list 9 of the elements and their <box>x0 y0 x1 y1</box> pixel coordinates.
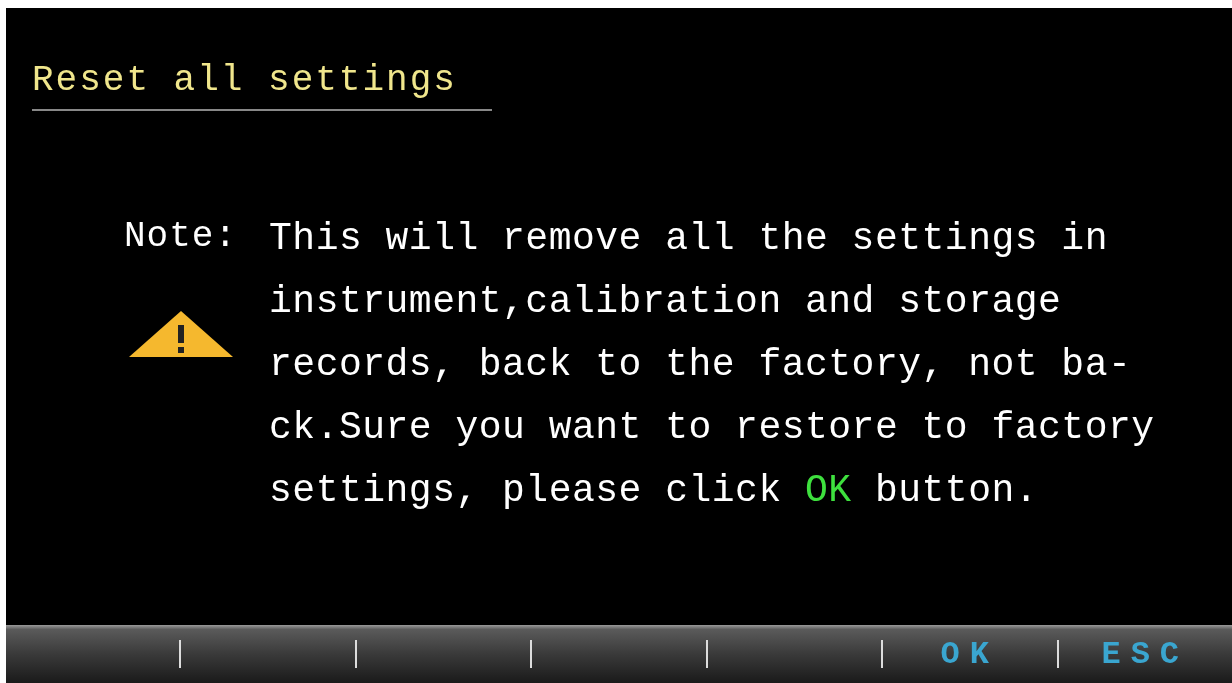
screen-title: Reset all settings <box>32 60 492 111</box>
softkey-button[interactable]: OK <box>936 635 1003 673</box>
message-line: ck.Sure you want to restore to factory <box>269 405 1155 451</box>
softkey-button[interactable]: ESC <box>1097 635 1194 673</box>
message-line: settings, please click OK button. <box>269 468 1040 514</box>
message-line: records, back to the factory, not ba- <box>269 342 1133 388</box>
message-line: instrument,calibration and storage <box>269 279 1063 325</box>
message-line: This will remove all the settings in <box>269 216 1109 262</box>
note-label: Note: <box>124 215 238 259</box>
